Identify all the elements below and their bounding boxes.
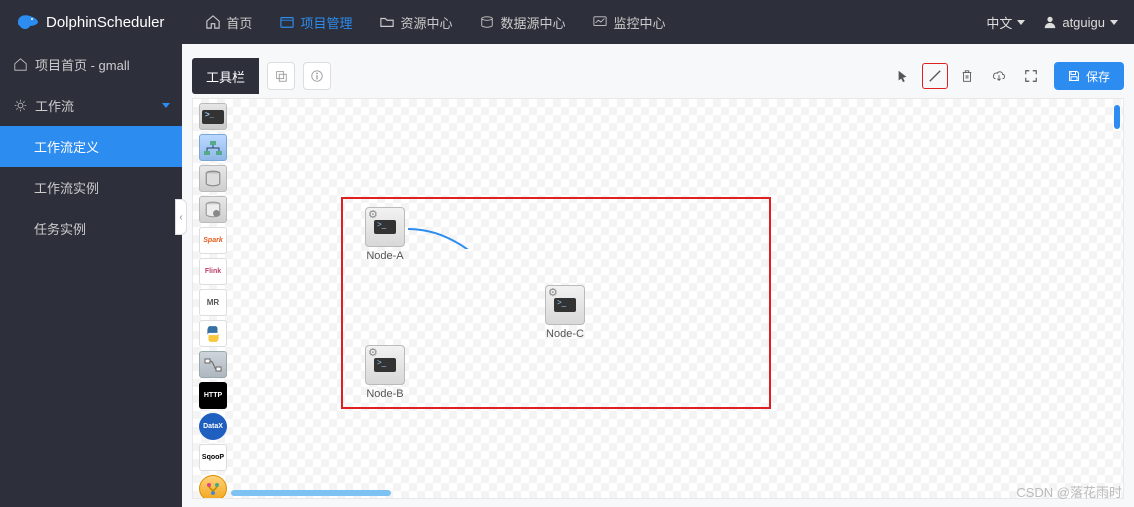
save-icon	[1068, 70, 1080, 82]
main-area: ‹ 工具栏 保存	[182, 44, 1134, 507]
palette-procedure[interactable]	[199, 196, 227, 223]
chevron-down-icon	[162, 103, 170, 108]
sidebar-task-inst-label: 任务实例	[34, 219, 86, 238]
language-selector[interactable]: 中文	[986, 13, 1025, 32]
palette-subprocess[interactable]	[199, 134, 227, 161]
dependent-icon	[204, 358, 222, 372]
shell-task-icon	[545, 285, 585, 325]
task-palette: Spark Flink MR HTTP DataX SqooP	[197, 103, 229, 499]
toolbar-title: 工具栏	[192, 58, 259, 94]
toolbar-info-button[interactable]	[303, 62, 331, 90]
dag-edges	[193, 99, 493, 249]
gear-icon	[14, 99, 27, 112]
dag-node-b[interactable]: Node-B	[361, 345, 409, 400]
nav-datasource-label: 数据源中心	[500, 13, 565, 32]
sidebar-workflow-inst-label: 工作流实例	[34, 178, 99, 197]
dag-canvas-container: Spark Flink MR HTTP DataX SqooP	[192, 98, 1124, 499]
sidebar-project-home[interactable]: 项目首页 - gmall	[0, 44, 182, 85]
nav-project[interactable]: 项目管理	[266, 0, 366, 44]
info-icon	[310, 69, 324, 83]
fullscreen-tool[interactable]	[1018, 63, 1044, 89]
shell-task-icon	[365, 345, 405, 385]
topbar-right: 中文 atguigu	[986, 13, 1118, 32]
node-c-label: Node-C	[541, 328, 589, 340]
vertical-scrollbar[interactable]	[1114, 105, 1120, 129]
dolphin-icon	[16, 12, 40, 32]
nav-project-label: 项目管理	[300, 13, 352, 32]
copy-icon	[274, 69, 288, 83]
conditions-icon	[205, 481, 221, 497]
save-button[interactable]: 保存	[1054, 62, 1124, 90]
python-icon	[204, 325, 222, 343]
monitor-icon	[593, 15, 607, 29]
palette-sqoop[interactable]: SqooP	[199, 444, 227, 471]
brand-text: DolphinScheduler	[46, 14, 164, 31]
watermark-text: CSDN @落花雨时	[1016, 482, 1122, 501]
sidebar-project-home-label: 项目首页 - gmall	[35, 55, 130, 74]
dag-canvas[interactable]: Spark Flink MR HTTP DataX SqooP	[193, 99, 1123, 498]
nav-home[interactable]: 首页	[192, 0, 266, 44]
cloud-download-icon	[992, 69, 1006, 83]
palette-shell[interactable]	[199, 103, 227, 130]
toolbar-copy-button[interactable]	[267, 62, 295, 90]
home-icon	[14, 58, 27, 71]
chevron-down-icon	[1017, 20, 1025, 25]
palette-sql[interactable]	[199, 165, 227, 192]
chevron-down-icon	[1110, 20, 1118, 25]
sidebar-workflow-label: 工作流	[35, 96, 74, 115]
node-a-label: Node-A	[361, 250, 409, 262]
fullscreen-icon	[1024, 69, 1038, 83]
sidebar-workflow[interactable]: 工作流	[0, 85, 182, 126]
shell-task-icon	[365, 207, 405, 247]
pointer-tool[interactable]	[890, 63, 916, 89]
save-button-label: 保存	[1086, 68, 1110, 85]
dag-toolbar: 工具栏 保存	[192, 58, 1124, 94]
nav-resource[interactable]: 资源中心	[366, 0, 466, 44]
sidebar-workflow-def-label: 工作流定义	[34, 137, 99, 156]
username-label: atguigu	[1062, 15, 1105, 30]
dag-node-a[interactable]: Node-A	[361, 207, 409, 262]
nav-home-label: 首页	[226, 13, 252, 32]
brand-logo[interactable]: DolphinScheduler	[16, 12, 164, 32]
palette-mr[interactable]: MR	[199, 289, 227, 316]
left-sidebar: 项目首页 - gmall 工作流 工作流定义 工作流实例 任务实例	[0, 44, 182, 507]
user-menu[interactable]: atguigu	[1043, 15, 1118, 30]
palette-http[interactable]: HTTP	[199, 382, 227, 409]
nav-datasource[interactable]: 数据源中心	[466, 0, 579, 44]
top-navbar: DolphinScheduler 首页 项目管理 资源中心 数据源中心 监控中心…	[0, 0, 1134, 44]
sidebar-workflow-def[interactable]: 工作流定义	[0, 126, 182, 167]
user-icon	[1043, 15, 1057, 29]
horizontal-scrollbar[interactable]	[231, 490, 391, 496]
palette-conditions[interactable]	[199, 475, 227, 499]
project-icon	[280, 15, 294, 29]
download-tool[interactable]	[986, 63, 1012, 89]
node-b-label: Node-B	[361, 388, 409, 400]
sidebar-task-inst[interactable]: 任务实例	[0, 208, 182, 249]
palette-python[interactable]	[199, 320, 227, 347]
nav-monitor[interactable]: 监控中心	[579, 0, 679, 44]
database-icon	[480, 15, 494, 29]
palette-dependent[interactable]	[199, 351, 227, 378]
palette-datax[interactable]: DataX	[199, 413, 227, 440]
dag-node-c[interactable]: Node-C	[541, 285, 589, 340]
nav-resource-label: 资源中心	[400, 13, 452, 32]
line-tool[interactable]	[922, 63, 948, 89]
line-icon	[928, 69, 942, 83]
home-icon	[206, 15, 220, 29]
delete-tool[interactable]	[954, 63, 980, 89]
folder-icon	[380, 15, 394, 29]
language-label: 中文	[986, 13, 1012, 32]
subprocess-icon	[203, 140, 223, 156]
nav-monitor-label: 监控中心	[613, 13, 665, 32]
database-icon	[204, 170, 222, 188]
sidebar-workflow-inst[interactable]: 工作流实例	[0, 167, 182, 208]
palette-flink[interactable]: Flink	[199, 258, 227, 285]
trash-icon	[960, 69, 974, 83]
sidebar-collapse-handle[interactable]: ‹	[175, 199, 187, 235]
palette-spark[interactable]: Spark	[199, 227, 227, 254]
pointer-icon	[896, 69, 910, 83]
procedure-icon	[204, 201, 222, 219]
